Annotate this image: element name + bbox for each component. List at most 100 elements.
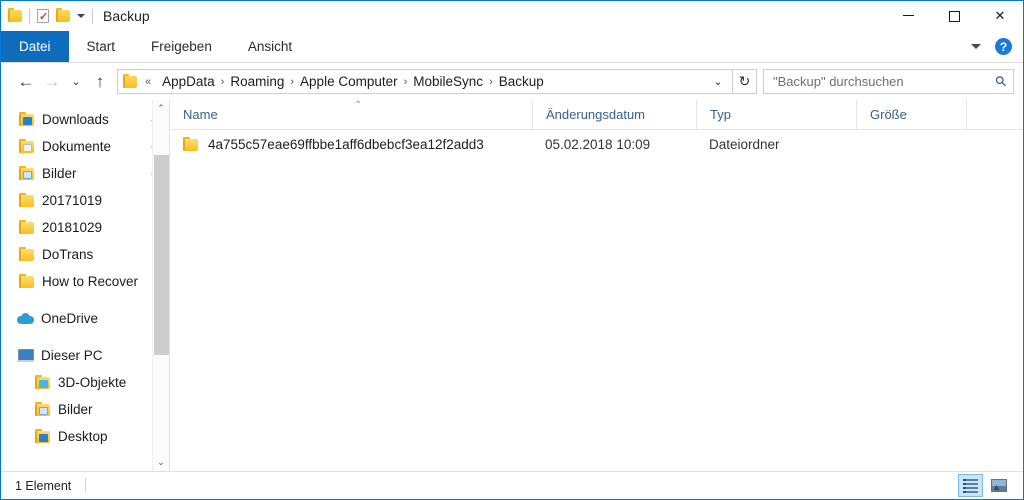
file-rows: 4a755c57eae69ffbbe1aff6dbebcf3ea12f2add3… bbox=[170, 130, 1023, 471]
navigation-pane: Downloads ➤ Dokumente ➤ Bilder ➤ 2017101… bbox=[1, 100, 169, 471]
breadcrumb-overflow-icon[interactable]: « bbox=[137, 76, 157, 88]
expand-ribbon-icon[interactable] bbox=[971, 44, 981, 49]
refresh-button[interactable]: ↻ bbox=[733, 69, 757, 94]
folder-download-icon bbox=[19, 112, 35, 126]
sidebar-item-20181029[interactable]: 20181029 bbox=[1, 214, 169, 241]
recent-locations-icon[interactable]: ⌄ bbox=[65, 69, 87, 95]
sidebar-scrollbar[interactable]: ⌃ ⌄ bbox=[152, 100, 169, 471]
breadcrumb-item-mobilesync[interactable]: MobileSync bbox=[408, 74, 488, 89]
toolbar-divider-2 bbox=[92, 8, 93, 24]
sidebar-item-label: Bilder bbox=[42, 166, 77, 181]
breadcrumb-dropdown-icon[interactable]: ⌄ bbox=[707, 75, 729, 88]
folder-documents-icon bbox=[19, 139, 35, 153]
sidebar-item-20171019[interactable]: 20171019 bbox=[1, 187, 169, 214]
sidebar-item-desktop[interactable]: Desktop bbox=[1, 423, 169, 450]
forward-button: → bbox=[43, 71, 61, 91]
scroll-down-icon[interactable]: ⌄ bbox=[153, 454, 170, 471]
sidebar-item-label: DoTrans bbox=[42, 247, 94, 262]
scroll-up-icon[interactable]: ⌃ bbox=[153, 100, 170, 117]
sidebar-item-label: 20171019 bbox=[42, 193, 103, 208]
table-row[interactable]: 4a755c57eae69ffbbe1aff6dbebcf3ea12f2add3… bbox=[170, 130, 1023, 158]
search-input[interactable]: "Backup" durchsuchen bbox=[773, 74, 996, 89]
sidebar-item-label: 3D-Objekte bbox=[58, 375, 127, 390]
explorer-window: ✓ Backup ✕ Datei Start Freigeben Ansicht… bbox=[0, 0, 1024, 500]
sidebar-item-label: Dieser PC bbox=[41, 348, 103, 363]
breadcrumb-item-roaming[interactable]: Roaming bbox=[225, 74, 289, 89]
sort-ascending-icon: ⌃ bbox=[354, 99, 363, 111]
sidebar-item-how-to-recover[interactable]: How to Recover bbox=[1, 268, 169, 295]
checkmark-icon: ✓ bbox=[39, 11, 49, 23]
folder-pictures-icon bbox=[35, 402, 51, 416]
breadcrumb-item-backup[interactable]: Backup bbox=[494, 74, 549, 89]
sidebar-item-dotrans[interactable]: DoTrans bbox=[1, 241, 169, 268]
sidebar-item-3d-objekte[interactable]: 3D-Objekte bbox=[1, 369, 169, 396]
view-mode-buttons bbox=[958, 474, 1023, 497]
window-title: Backup bbox=[103, 8, 150, 24]
folder-icon bbox=[183, 136, 199, 151]
ribbon-tab-bar: Datei Start Freigeben Ansicht ? bbox=[1, 31, 1023, 63]
large-icons-view-button[interactable] bbox=[986, 474, 1011, 497]
sidebar-item-label: Downloads bbox=[42, 112, 109, 127]
tab-freigeben[interactable]: Freigeben bbox=[133, 31, 230, 62]
close-button[interactable]: ✕ bbox=[977, 1, 1023, 31]
sidebar-item-downloads[interactable]: Downloads ➤ bbox=[1, 106, 169, 133]
sidebar-gap-2 bbox=[1, 332, 169, 342]
cell-name[interactable]: 4a755c57eae69ffbbe1aff6dbebcf3ea12f2add3 bbox=[170, 136, 532, 152]
scrollbar-track[interactable] bbox=[153, 117, 170, 454]
breadcrumb-item-appdata[interactable]: AppData bbox=[157, 74, 220, 89]
folder-icon bbox=[19, 220, 35, 234]
column-label: Änderungsdatum bbox=[546, 107, 646, 122]
column-header-size[interactable]: Größe bbox=[856, 99, 966, 130]
cell-type: Dateiordner bbox=[709, 136, 780, 152]
folder-icon bbox=[19, 274, 35, 288]
maximize-button[interactable] bbox=[931, 1, 977, 31]
chevron-down-icon[interactable] bbox=[77, 14, 85, 18]
window-body: Downloads ➤ Dokumente ➤ Bilder ➤ 2017101… bbox=[1, 99, 1023, 471]
folder-pictures-icon bbox=[19, 166, 35, 180]
sidebar-item-bilder[interactable]: Bilder ➤ bbox=[1, 160, 169, 187]
sidebar-item-label: 20181029 bbox=[42, 220, 103, 235]
new-folder-icon[interactable] bbox=[56, 8, 70, 22]
sidebar-item-label: Bilder bbox=[58, 402, 93, 417]
help-button[interactable]: ? bbox=[995, 38, 1012, 55]
column-label: Name bbox=[183, 107, 218, 122]
minimize-button[interactable] bbox=[885, 1, 931, 31]
ribbon-right-controls: ? bbox=[971, 31, 1023, 62]
tab-datei[interactable]: Datei bbox=[1, 31, 69, 62]
cell-modified: 05.02.2018 10:09 bbox=[545, 136, 651, 152]
toolbar-divider bbox=[29, 8, 30, 24]
sidebar-item-onedrive[interactable]: OneDrive bbox=[1, 305, 169, 332]
column-label: Typ bbox=[710, 107, 731, 122]
sidebar-gap-1 bbox=[1, 295, 169, 305]
column-header-name[interactable]: Name ⌃ bbox=[170, 100, 532, 130]
tab-start[interactable]: Start bbox=[69, 31, 134, 62]
sidebar-item-dieser-pc[interactable]: Dieser PC bbox=[1, 342, 169, 369]
sidebar-item-label: Dokumente bbox=[42, 139, 112, 154]
back-button[interactable]: ← bbox=[13, 69, 39, 95]
up-button[interactable]: ↑ bbox=[87, 69, 113, 95]
large-icons-view-icon bbox=[990, 479, 1007, 492]
address-bar: ← → ⌄ ↑ « AppData › Roaming › Apple Comp… bbox=[1, 63, 1023, 100]
sidebar-item-bilder-pc[interactable]: Bilder bbox=[1, 396, 169, 423]
tab-ansicht[interactable]: Ansicht bbox=[230, 31, 310, 62]
status-divider bbox=[85, 478, 87, 493]
breadcrumb-item-apple-computer[interactable]: Apple Computer bbox=[295, 74, 403, 89]
breadcrumb[interactable]: « AppData › Roaming › Apple Computer › M… bbox=[117, 69, 733, 94]
folder-icon bbox=[19, 193, 35, 207]
details-view-button[interactable] bbox=[958, 474, 983, 497]
column-header-spacer bbox=[966, 99, 995, 130]
folder-icon[interactable] bbox=[8, 8, 22, 22]
scrollbar-thumb[interactable] bbox=[153, 155, 169, 355]
properties-icon[interactable]: ✓ bbox=[37, 9, 49, 23]
column-header-modified[interactable]: Änderungsdatum bbox=[532, 99, 696, 130]
search-box[interactable]: "Backup" durchsuchen ⚲ bbox=[763, 69, 1014, 94]
item-count-label: 1 Element bbox=[15, 478, 72, 493]
quick-access-toolbar: ✓ bbox=[8, 8, 93, 24]
folder-desktop-icon bbox=[35, 429, 51, 443]
cloud-icon bbox=[17, 312, 34, 325]
sidebar-item-dokumente[interactable]: Dokumente ➤ bbox=[1, 133, 169, 160]
column-header-type[interactable]: Typ bbox=[696, 99, 856, 130]
title-bar: ✓ Backup ✕ bbox=[1, 1, 1023, 31]
folder-3d-icon bbox=[35, 375, 51, 389]
folder-icon bbox=[19, 247, 35, 261]
